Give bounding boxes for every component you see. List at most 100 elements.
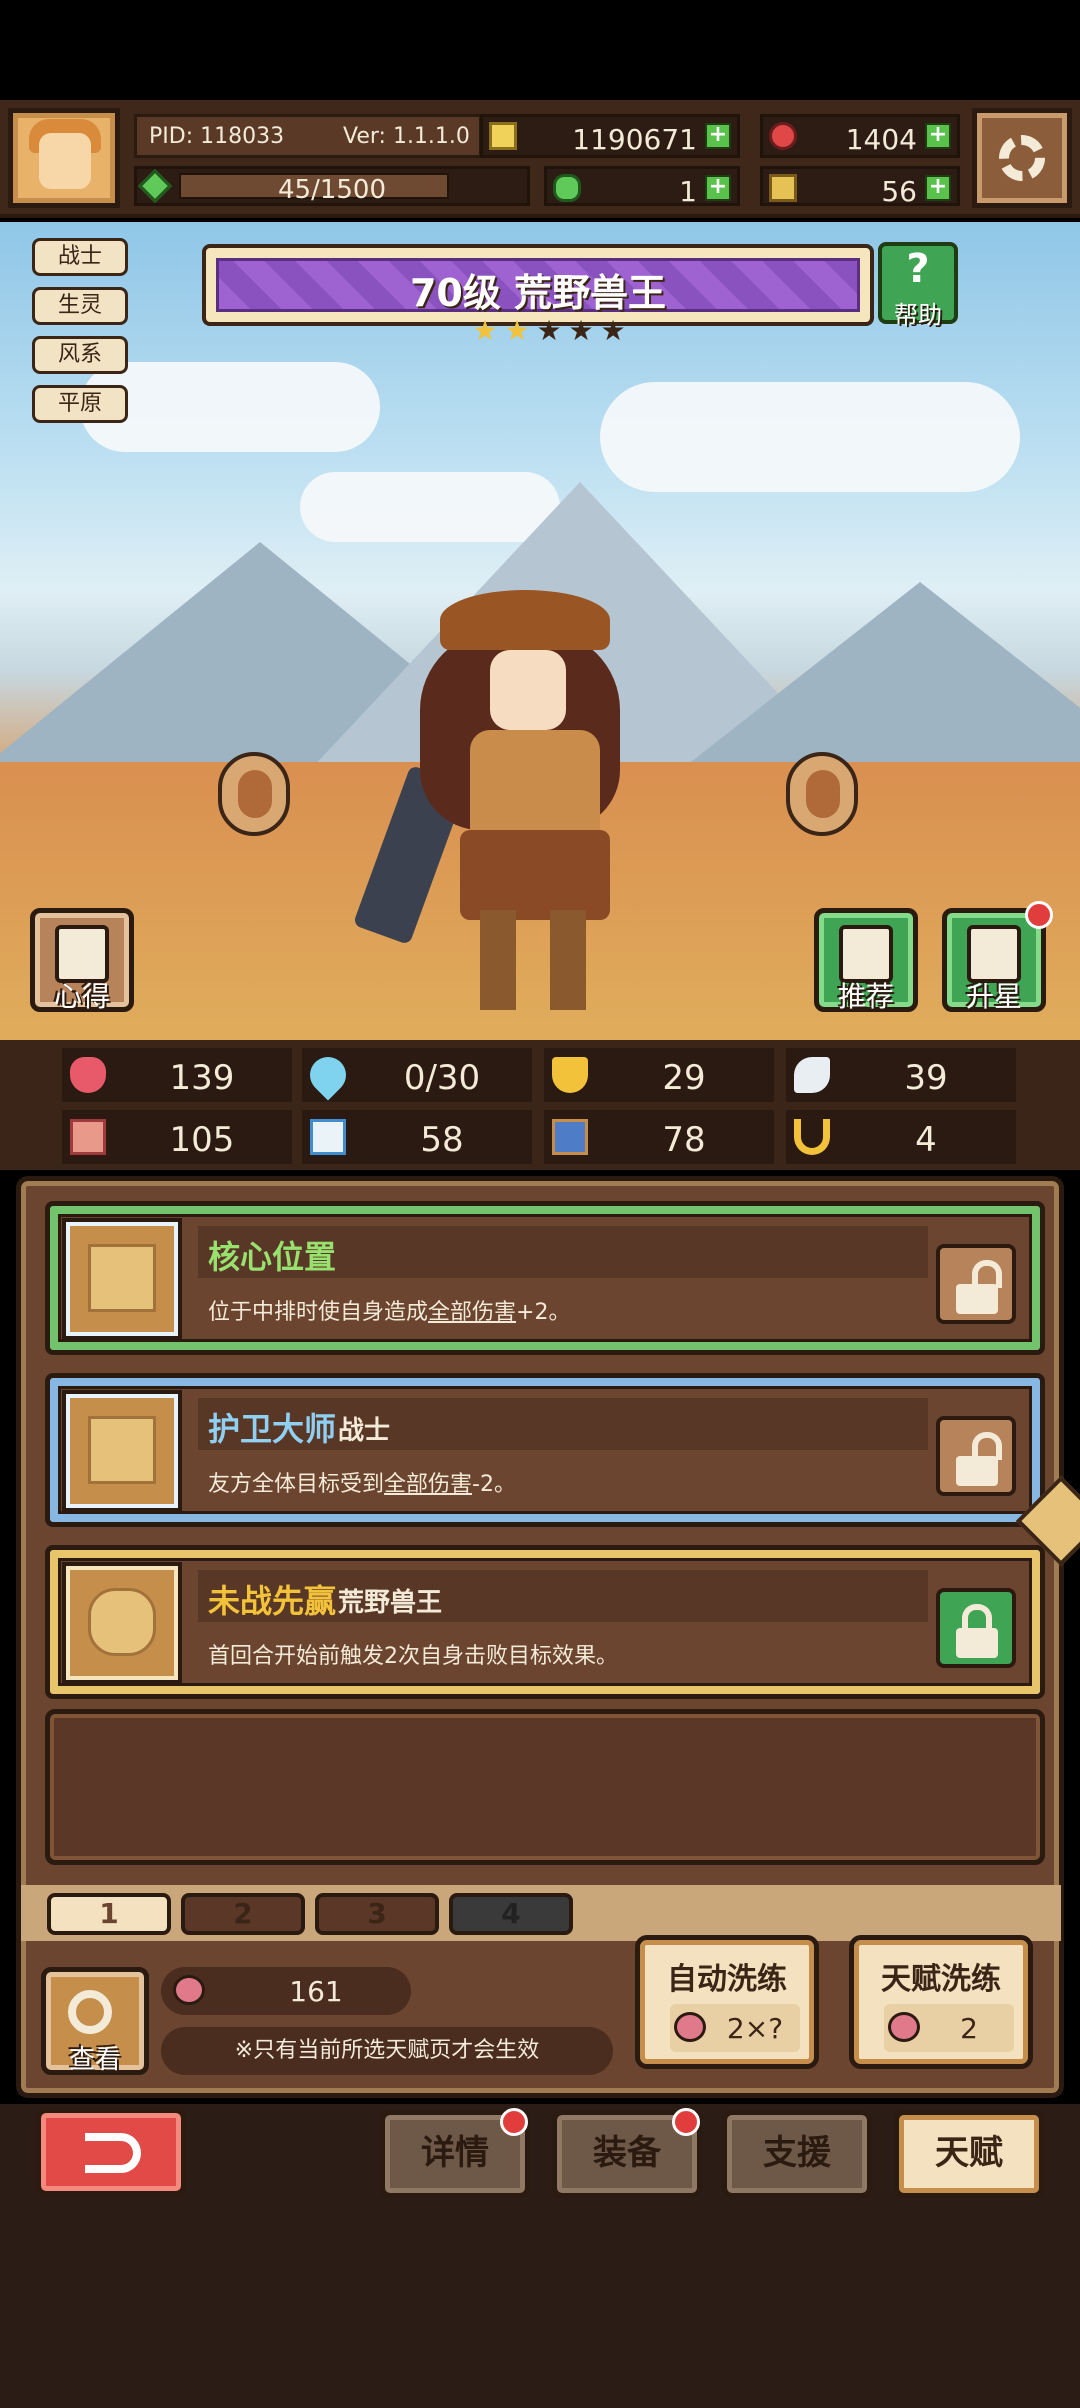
water-drop-icon xyxy=(302,1049,354,1101)
recommend-label: 推荐 xyxy=(837,980,894,1013)
stat-speed: 39 xyxy=(786,1048,1016,1102)
talent-reroll-label: 天赋洗练 xyxy=(881,1962,1001,1997)
horseshoe-icon xyxy=(794,1119,830,1155)
heart-icon xyxy=(70,1057,106,1093)
empty-talent-slot xyxy=(45,1709,1045,1865)
peach-icon xyxy=(888,2012,920,2042)
shield-icon xyxy=(552,1057,588,1093)
talent-tag: 荒野兽王 xyxy=(338,1588,443,1618)
auto-reroll-button[interactable]: 自动洗练 2×? xyxy=(635,1935,819,2069)
view-button[interactable]: 查看 xyxy=(41,1967,149,2075)
notification-dot xyxy=(672,2108,700,2136)
player-id: PID: 118033 xyxy=(149,124,285,149)
talent-page-hint: ※只有当前所选天赋页才会生效 xyxy=(161,2027,613,2075)
clover-icon xyxy=(553,174,581,202)
star-empty-icon: ★ xyxy=(568,314,594,347)
prev-hero-button[interactable] xyxy=(218,752,290,836)
stat-magic: 58 xyxy=(302,1110,532,1164)
tab-page-3[interactable]: 3 xyxy=(315,1893,439,1935)
stat-armor: 78 xyxy=(544,1110,774,1164)
talent-card-core-position[interactable]: 核心位置 位于中排时使自身造成全部伤害+2。 xyxy=(45,1201,1045,1355)
gem-counter: 1404 + xyxy=(760,114,960,158)
view-label: 查看 xyxy=(68,2045,121,2075)
nav-support[interactable]: 支援 xyxy=(722,2110,872,2198)
gear-icon xyxy=(999,135,1045,181)
damage-link[interactable]: 全部伤害 xyxy=(428,1300,516,1325)
stat-luck: 4 xyxy=(786,1110,1016,1164)
book-icon xyxy=(310,1119,346,1155)
version-label: Ver: 1.1.1.0 xyxy=(343,124,470,149)
hero-character xyxy=(352,590,700,1010)
tab-page-4[interactable]: 4 xyxy=(449,1893,573,1935)
clover-counter: 1 + xyxy=(544,166,740,208)
exp-bar: 45/1500 xyxy=(134,166,530,206)
gem-value: 1404 xyxy=(845,123,917,156)
tag-creature[interactable]: 生灵 xyxy=(32,287,128,325)
star-empty-icon: ★ xyxy=(536,314,562,347)
shard-value: 56 xyxy=(881,175,917,208)
hero-tags: 战士 生灵 风系 平原 xyxy=(32,238,128,434)
notification-dot xyxy=(500,2108,528,2136)
auto-reroll-label: 自动洗练 xyxy=(667,1962,787,1997)
recommend-button[interactable]: 推荐 xyxy=(814,908,918,1013)
talent-desc: 首回合开始前触发2次自身击败目标效果。 xyxy=(208,1644,618,1669)
talent-page-tabs: 1 2 3 4 xyxy=(21,1885,1061,1941)
star-empty-icon: ★ xyxy=(600,314,626,347)
cross-icon xyxy=(62,1218,182,1340)
add-gold-button[interactable]: + xyxy=(705,123,731,149)
talent-card-guard-master[interactable]: 护卫大师 战士 友方全体目标受到全部伤害-2。 xyxy=(45,1373,1045,1527)
star-up-button[interactable]: 升星 xyxy=(942,901,1053,1013)
talent-card-win-before-battle[interactable]: 未战先赢 荒野兽王 首回合开始前触发2次自身击败目标效果。 xyxy=(45,1545,1045,1699)
help-button[interactable]: ? 帮助 xyxy=(878,242,958,329)
lock-icon[interactable] xyxy=(936,1588,1016,1668)
tab-page-2[interactable]: 2 xyxy=(181,1893,305,1935)
talent-reroll-cost: 2 xyxy=(960,2012,978,2045)
unlock-icon[interactable] xyxy=(936,1416,1016,1496)
add-gem-button[interactable]: + xyxy=(925,123,951,149)
hero-scene: 战士 生灵 风系 平原 70级 荒野兽王 ★ ★ ★ ★ ★ ? 帮助 心得 推荐 升星 xyxy=(0,222,1080,1040)
star-rating: ★ ★ ★ ★ ★ xyxy=(470,316,628,350)
talent-name: 核心位置 xyxy=(208,1238,337,1276)
gold-value: 1190671 xyxy=(572,123,697,156)
shard-icon xyxy=(769,174,797,202)
status-bar-area xyxy=(0,0,1080,100)
back-button[interactable] xyxy=(36,2108,186,2196)
add-shard-button[interactable]: + xyxy=(925,175,951,201)
star-filled-icon: ★ xyxy=(504,314,530,347)
stat-attack: 105 xyxy=(62,1110,292,1164)
shard-counter: 56 + xyxy=(760,166,960,208)
insight-label: 心得 xyxy=(53,980,110,1013)
star-emblem-icon xyxy=(62,1562,182,1684)
star-filled-icon: ★ xyxy=(472,314,498,347)
settings-button[interactable] xyxy=(972,108,1072,208)
tag-plains[interactable]: 平原 xyxy=(32,385,128,423)
exp-value: 45/1500 xyxy=(277,175,386,205)
top-resource-bar: PID: 118033 Ver: 1.1.1.0 1190671 + 1404 … xyxy=(0,100,1080,218)
tag-wind[interactable]: 风系 xyxy=(32,336,128,374)
nav-talent[interactable]: 天赋 xyxy=(894,2110,1044,2198)
magnifier-icon xyxy=(68,1990,112,2034)
next-hero-button[interactable] xyxy=(786,752,858,836)
peach-icon xyxy=(173,1975,205,2005)
question-icon: ? xyxy=(906,246,930,292)
talent-reroll-button[interactable]: 天赋洗练 2 xyxy=(849,1935,1033,2069)
avatar[interactable] xyxy=(8,108,120,208)
stats-panel: 139 0/30 29 39 105 58 78 4 xyxy=(0,1040,1080,1170)
talent-name: 未战先赢 xyxy=(208,1582,337,1620)
bottom-nav: 详情 装备 支援 天赋 xyxy=(0,2104,1080,2408)
talent-tag: 战士 xyxy=(338,1416,391,1446)
tab-page-1[interactable]: 1 xyxy=(47,1893,171,1935)
star-up-label: 升星 xyxy=(965,980,1022,1013)
red-gem-icon xyxy=(769,122,797,150)
tag-warrior[interactable]: 战士 xyxy=(32,238,128,276)
shield-emblem-icon xyxy=(62,1390,182,1512)
stat-defense: 29 xyxy=(544,1048,774,1102)
damage-link[interactable]: 全部伤害 xyxy=(384,1472,472,1497)
insight-button[interactable]: 心得 xyxy=(30,908,134,1013)
unlock-icon[interactable] xyxy=(936,1244,1016,1324)
add-clover-button[interactable]: + xyxy=(705,175,731,201)
hero-title: 70级 荒野兽王 xyxy=(409,271,667,315)
talent-name: 护卫大师 xyxy=(208,1410,337,1448)
help-label: 帮助 xyxy=(894,301,942,329)
auto-reroll-cost: 2×? xyxy=(726,2012,784,2045)
